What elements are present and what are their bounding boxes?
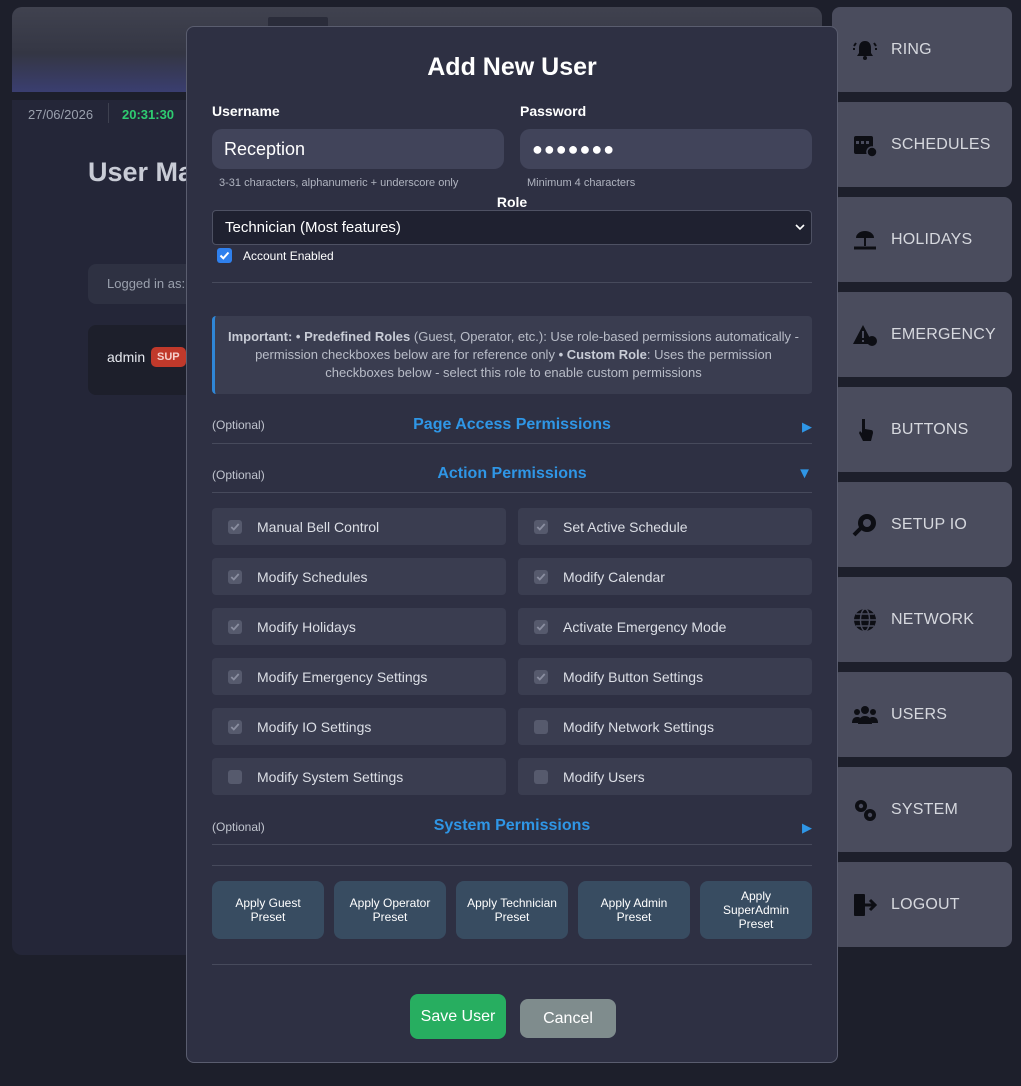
info-bullet1-title: • Predefined Roles	[295, 329, 411, 344]
account-enabled-checkbox[interactable]	[217, 248, 232, 263]
permission-item[interactable]: Modify Emergency Settings	[212, 658, 506, 695]
username-input[interactable]: Reception	[212, 129, 504, 169]
permission-item[interactable]: Activate Emergency Mode	[518, 608, 812, 645]
permission-label: Modify Holidays	[257, 618, 356, 635]
page-access-title: Page Access Permissions	[413, 416, 611, 433]
account-enabled-label: Account Enabled	[243, 249, 334, 263]
check-icon	[230, 622, 240, 631]
permission-checkbox[interactable]	[534, 619, 548, 634]
permission-checkbox[interactable]	[228, 619, 242, 634]
permission-item[interactable]: Manual Bell Control	[212, 508, 506, 545]
permission-checkbox[interactable]	[228, 569, 242, 584]
permission-label: Modify Users	[563, 768, 645, 785]
check-icon	[230, 722, 240, 731]
section-divider	[212, 844, 812, 845]
save-user-button[interactable]: Save User	[410, 994, 506, 1039]
username-label: Username	[212, 103, 280, 119]
apply-superadmin-preset-button[interactable]: Apply SuperAdmin Preset	[700, 881, 812, 939]
permission-label: Manual Bell Control	[257, 518, 380, 535]
system-title: System Permissions	[433, 817, 591, 834]
section-divider	[212, 865, 812, 866]
permission-item[interactable]: Modify Calendar	[518, 558, 812, 595]
permission-checkbox[interactable]	[534, 669, 548, 684]
collapse-arrow-icon: ▼	[797, 465, 812, 482]
check-icon	[536, 672, 546, 681]
action-title: Action Permissions	[437, 465, 587, 482]
check-icon	[230, 672, 240, 681]
permission-label: Modify Emergency Settings	[257, 668, 428, 685]
permission-checkbox[interactable]	[534, 569, 548, 584]
permission-item[interactable]: Modify Button Settings	[518, 658, 812, 695]
permission-item[interactable]: Modify Network Settings	[518, 708, 812, 745]
expand-arrow-icon: ▶	[802, 820, 812, 835]
permission-item[interactable]: Modify Holidays	[212, 608, 506, 645]
permission-checkbox[interactable]	[228, 719, 242, 734]
permission-checkbox[interactable]	[228, 769, 242, 784]
password-hint: Minimum 4 characters	[527, 177, 636, 189]
apply-technician-preset-button[interactable]: Apply Technician Preset	[456, 881, 568, 939]
check-icon	[536, 522, 546, 531]
password-label: Password	[520, 103, 587, 119]
role-selected-value: Technician (Most features)	[225, 219, 401, 236]
permission-label: Set Active Schedule	[563, 518, 688, 535]
apply-operator-preset-button[interactable]: Apply Operator Preset	[334, 881, 446, 939]
section-divider	[212, 492, 812, 493]
permission-label: Activate Emergency Mode	[563, 618, 727, 635]
permission-label: Modify Calendar	[563, 568, 665, 585]
permission-checkbox[interactable]	[534, 719, 548, 734]
apply-admin-preset-button[interactable]: Apply Admin Preset	[578, 881, 690, 939]
info-bullet2-title: • Custom Role	[558, 347, 647, 362]
permission-label: Modify IO Settings	[257, 718, 372, 735]
add-user-modal: Add New User Username Reception 3-31 cha…	[186, 26, 838, 1063]
section-divider	[212, 282, 812, 283]
permission-item[interactable]: Set Active Schedule	[518, 508, 812, 545]
permission-item[interactable]: Modify Schedules	[212, 558, 506, 595]
expand-arrow-icon: ▶	[802, 419, 812, 434]
permission-checkbox[interactable]	[534, 769, 548, 784]
check-icon	[230, 522, 240, 531]
info-box: Important: • Predefined Roles (Guest, Op…	[212, 316, 812, 394]
check-icon	[230, 572, 240, 581]
permission-checkbox[interactable]	[534, 519, 548, 534]
password-input[interactable]: ●●●●●●●	[520, 129, 812, 169]
permission-label: Modify Schedules	[257, 568, 368, 585]
permission-item[interactable]: Modify IO Settings	[212, 708, 506, 745]
permission-item[interactable]: Modify System Settings	[212, 758, 506, 795]
permission-label: Modify System Settings	[257, 768, 404, 785]
modal-title: Add New User	[427, 53, 597, 81]
section-divider	[212, 964, 812, 965]
check-icon	[219, 251, 230, 260]
role-label: Role	[496, 194, 528, 210]
section-divider	[212, 443, 812, 444]
username-hint: 3-31 characters, alphanumeric + undersco…	[219, 177, 459, 189]
check-icon	[536, 572, 546, 581]
permission-checkbox[interactable]	[228, 669, 242, 684]
apply-guest-preset-button[interactable]: Apply Guest Preset	[212, 881, 324, 939]
role-select[interactable]: Technician (Most features)	[212, 210, 812, 245]
permission-item[interactable]: Modify Users	[518, 758, 812, 795]
permission-label: Modify Network Settings	[563, 718, 714, 735]
permission-label: Modify Button Settings	[563, 668, 704, 685]
permission-checkbox[interactable]	[228, 519, 242, 534]
info-important: Important:	[228, 329, 293, 344]
cancel-button[interactable]: Cancel	[520, 999, 616, 1038]
check-icon	[536, 622, 546, 631]
chevron-down-icon	[795, 211, 805, 258]
